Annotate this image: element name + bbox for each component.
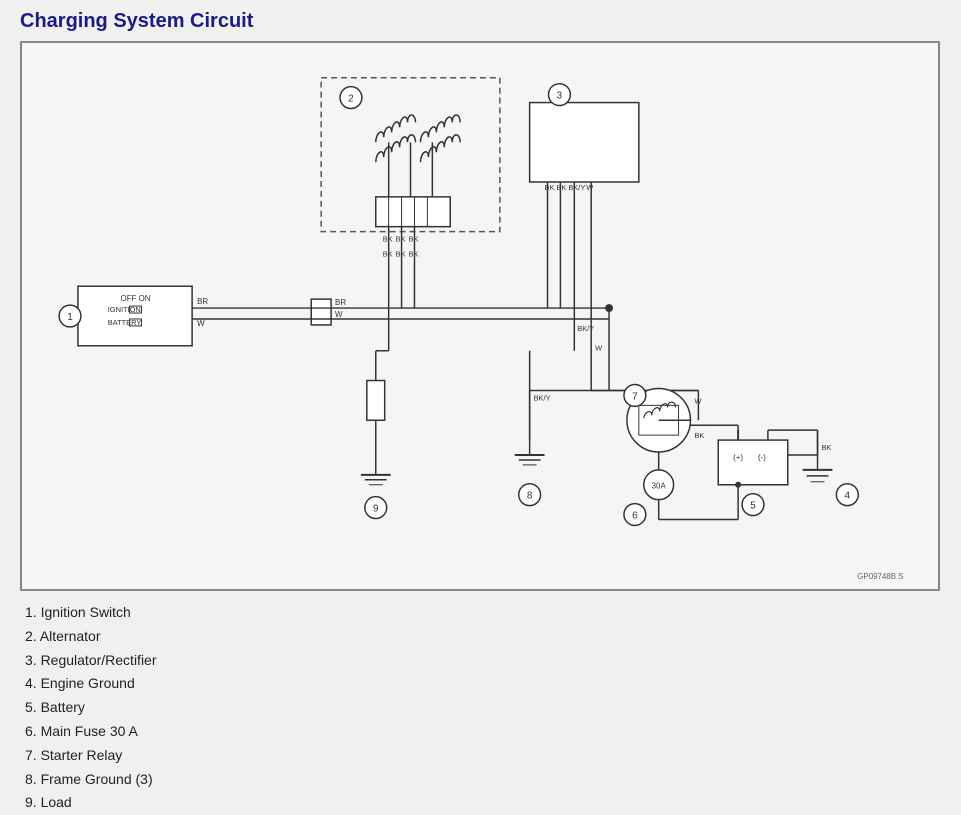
svg-text:30A: 30A	[652, 482, 667, 491]
svg-text:W: W	[586, 183, 593, 192]
svg-text:7: 7	[632, 391, 638, 402]
svg-text:BK: BK	[409, 235, 419, 244]
svg-text:W: W	[595, 344, 602, 353]
svg-text:BK/Y: BK/Y	[534, 393, 551, 402]
svg-text:W: W	[197, 319, 205, 328]
svg-text:BR: BR	[197, 297, 208, 306]
svg-text:BK/Y: BK/Y	[577, 324, 594, 333]
legend-item-2: 2. Alternator	[25, 625, 941, 649]
legend-item-8: 8. Frame Ground (3)	[25, 768, 941, 792]
legend: 1. Ignition Switch 2. Alternator 3. Regu…	[20, 601, 941, 815]
legend-item-6: 6. Main Fuse 30 A	[25, 720, 941, 744]
svg-text:BK: BK	[821, 443, 831, 452]
svg-text:8: 8	[527, 491, 533, 502]
svg-text:BK: BK	[396, 249, 406, 258]
svg-text:2: 2	[348, 94, 354, 105]
svg-text:4: 4	[845, 491, 851, 502]
legend-item-9: 9. Load	[25, 791, 941, 815]
circuit-svg: OFF ON IGNITION BATTERY 1 BR W	[22, 43, 938, 589]
svg-text:BK: BK	[545, 183, 555, 192]
legend-item-1: 1. Ignition Switch	[25, 601, 941, 625]
svg-text:5: 5	[750, 501, 756, 512]
svg-text:BR: BR	[335, 298, 346, 307]
svg-text:3: 3	[557, 91, 563, 102]
svg-text:BK: BK	[556, 183, 566, 192]
page-title: Charging System Circuit	[20, 10, 941, 33]
svg-text:BK: BK	[409, 249, 419, 258]
legend-item-5: 5. Battery	[25, 696, 941, 720]
svg-text:BK: BK	[396, 235, 406, 244]
svg-text:W: W	[694, 396, 701, 405]
legend-item-7: 7. Starter Relay	[25, 744, 941, 768]
svg-text:6: 6	[632, 511, 638, 522]
svg-text:1: 1	[67, 312, 73, 323]
circuit-diagram: OFF ON IGNITION BATTERY 1 BR W	[20, 41, 940, 591]
svg-text:BK: BK	[694, 431, 704, 440]
svg-text:W: W	[335, 310, 343, 319]
legend-item-3: 3. Regulator/Rectifier	[25, 649, 941, 673]
svg-text:BK: BK	[383, 249, 393, 258]
svg-text:BK/Y: BK/Y	[568, 183, 585, 192]
svg-text:BK: BK	[383, 235, 393, 244]
svg-text:OFF ON: OFF ON	[121, 294, 151, 303]
page: Charging System Circuit OFF ON IGNITION …	[0, 0, 961, 793]
svg-text:(-): (-)	[758, 453, 766, 462]
legend-item-4: 4. Engine Ground	[25, 672, 941, 696]
svg-text:9: 9	[373, 504, 379, 515]
svg-text:(+): (+)	[733, 453, 743, 462]
svg-text:GP09748B S: GP09748B S	[857, 572, 903, 581]
